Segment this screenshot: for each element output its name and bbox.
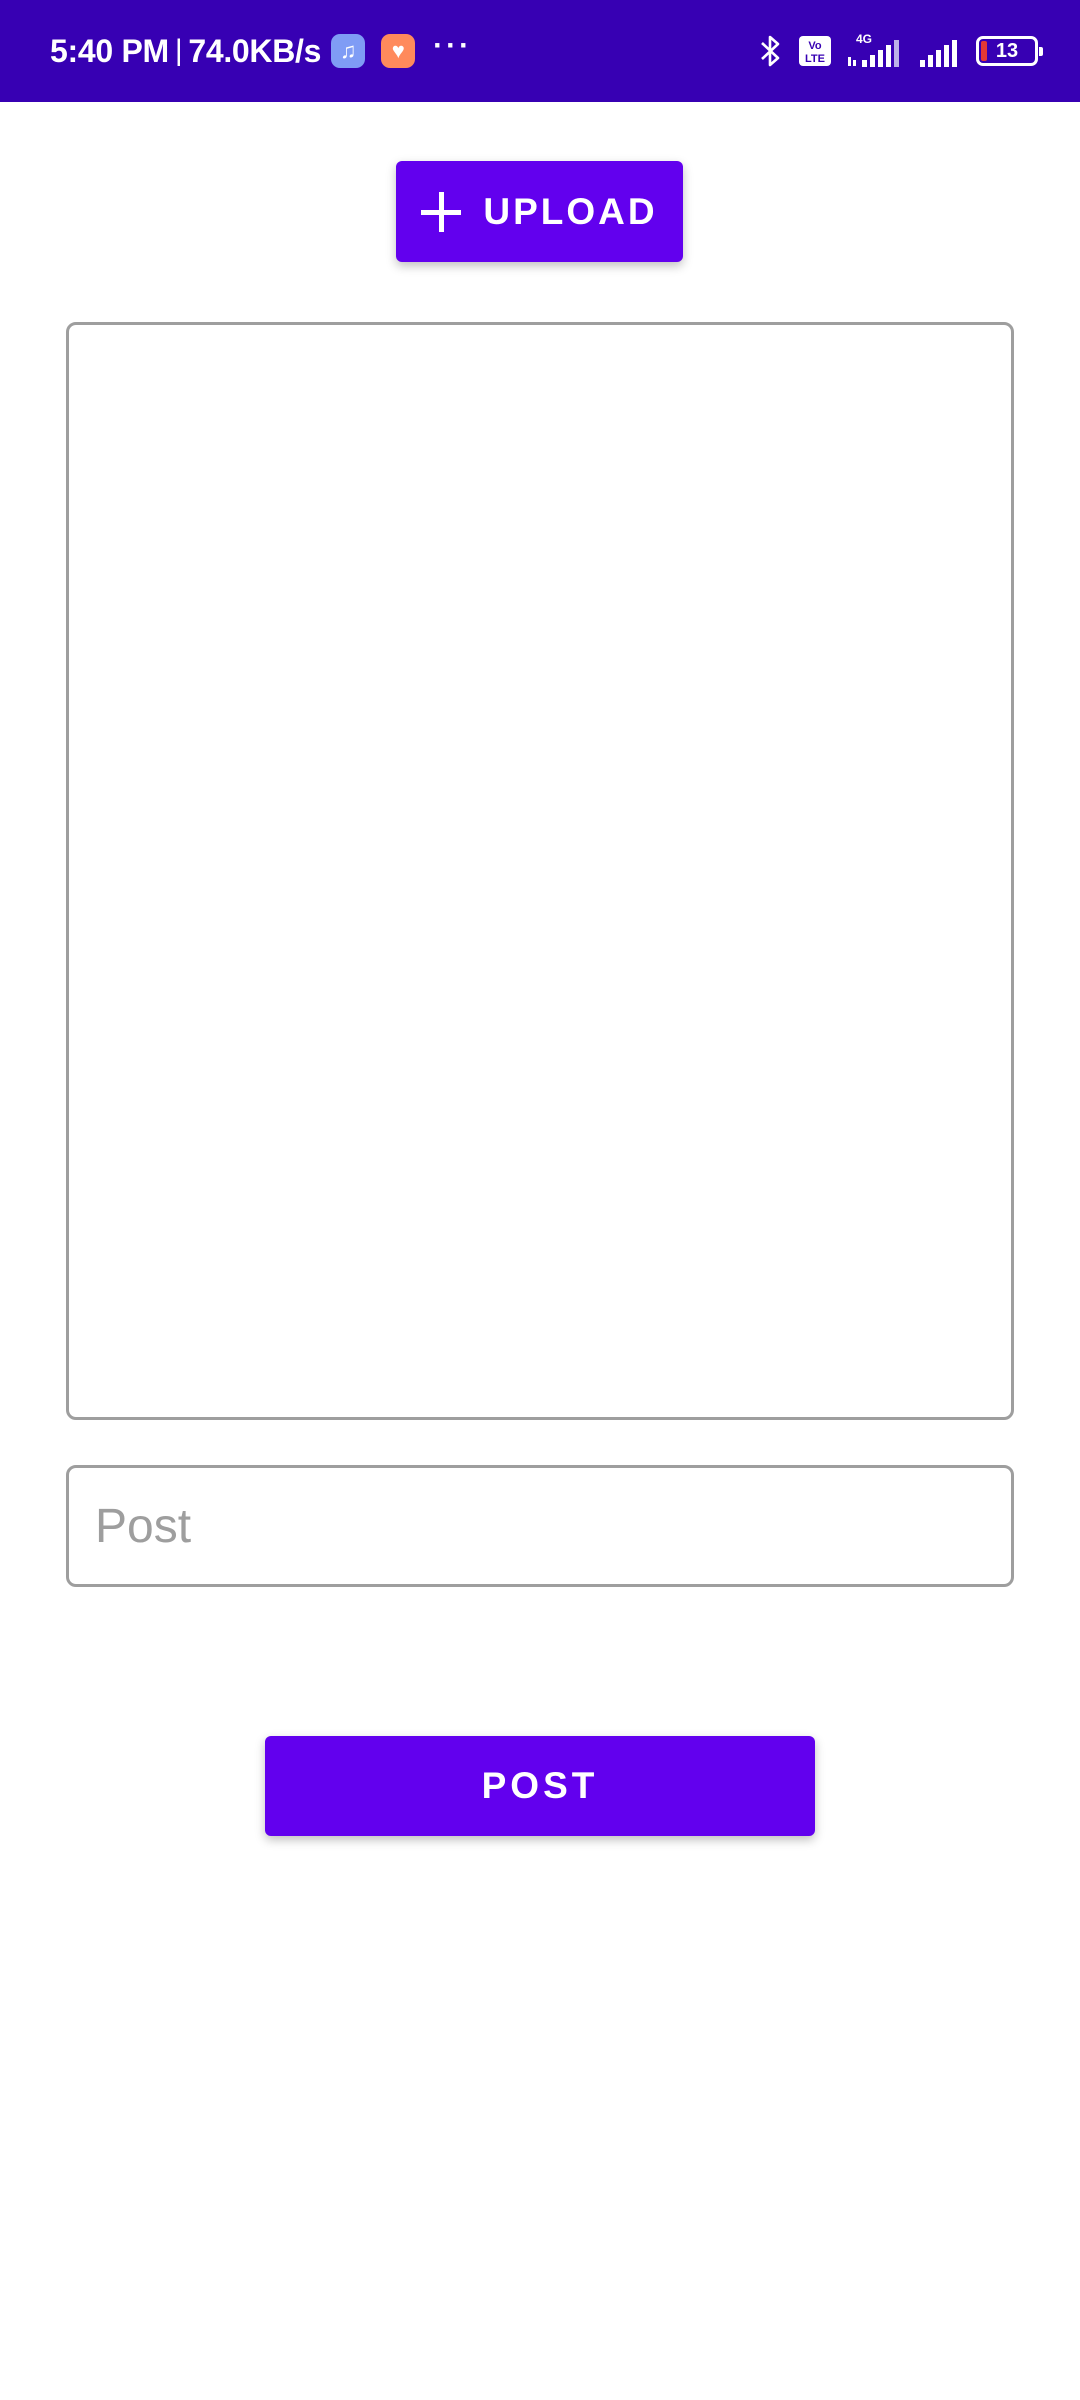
clock: 5:40 PM [50, 32, 169, 69]
more-notifications-icon: ··· [433, 29, 473, 62]
network-type-label: 4G [856, 32, 872, 46]
post-field[interactable] [66, 1465, 1014, 1587]
bluetooth-icon [758, 33, 784, 69]
svg-text:Vo: Vo [808, 40, 822, 52]
status-right: Vo LTE 4G 13 [758, 0, 1043, 102]
image-preview [66, 322, 1014, 1420]
health-icon: ♥ [381, 34, 416, 68]
signal-icon [918, 31, 962, 71]
battery-level: 13 [995, 39, 1019, 62]
post-input[interactable] [95, 1468, 1011, 1584]
battery-icon: 13 [976, 36, 1043, 66]
status-separator: | [174, 34, 183, 67]
post-button-label: POST [481, 1765, 599, 1806]
svg-text:LTE: LTE [805, 53, 825, 65]
status-bar: 5:40 PM | 74.0KB/s ♫ ♥ ··· Vo LTE 4G 13 [0, 0, 1080, 102]
upload-button-label: UPLOAD [483, 190, 658, 232]
status-left: 5:40 PM | 74.0KB/s ♫ ♥ ··· [50, 0, 472, 102]
plus-icon [421, 191, 462, 232]
signal-4g-icon: 4G [846, 31, 904, 71]
upload-button[interactable]: UPLOAD [396, 161, 683, 262]
volte-icon: Vo LTE [798, 35, 832, 67]
music-icon: ♫ [331, 34, 366, 68]
network-speed: 74.0KB/s [188, 32, 322, 69]
post-button[interactable]: POST [265, 1736, 815, 1836]
